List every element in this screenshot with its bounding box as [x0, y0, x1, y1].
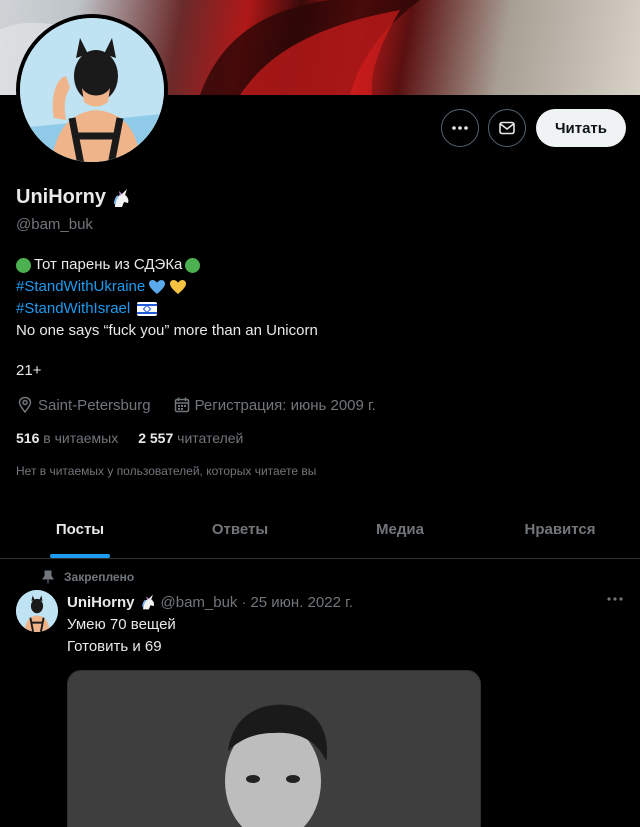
- post-separator: ·: [241, 593, 247, 611]
- bio-line-2: #StandWithUkraine: [16, 276, 318, 298]
- green-circle-icon: [185, 257, 201, 273]
- yellow-heart-icon: [170, 280, 187, 294]
- tab-label: Нравится: [524, 520, 596, 538]
- tab-label: Медиа: [376, 520, 424, 538]
- post-author-name[interactable]: UniHorny: [67, 594, 135, 611]
- tab-label: Посты: [55, 520, 105, 538]
- tab-posts[interactable]: Посты: [0, 500, 160, 558]
- israel-flag-icon: [137, 302, 158, 316]
- photo-image: [68, 671, 480, 827]
- following-label: в читаемых: [43, 430, 119, 446]
- post-media-image[interactable]: [67, 670, 481, 827]
- location-icon: [18, 396, 32, 414]
- bio-text-4: No one says “fuck you” more than an Unic…: [16, 322, 318, 339]
- unicorn-icon: [141, 594, 154, 610]
- profile-name-text: UniHorny: [16, 186, 106, 208]
- bio-text-1: Тот парень из СДЭКа: [34, 256, 183, 273]
- more-icon: [607, 597, 623, 601]
- bio-line-4: No one says “fuck you” more than an Unic…: [16, 320, 318, 342]
- mutual-followers-note: Нет в читаемых у пользователей, которых …: [16, 464, 317, 478]
- follow-button[interactable]: Читать: [536, 109, 626, 147]
- profile-joined: Регистрация: июнь 2009 г.: [194, 396, 376, 414]
- hashtag-link-ukraine[interactable]: #StandWithUkraine: [16, 276, 145, 298]
- profile-name: UniHorny: [16, 186, 132, 209]
- pin-icon: [42, 570, 54, 584]
- avatar-image: [20, 18, 164, 162]
- tab-replies[interactable]: Ответы: [160, 500, 320, 558]
- profile-tabs: Посты Ответы Медиа Нравится: [0, 500, 640, 559]
- profile-counts: 516 в читаемых 2 557 читателей: [16, 430, 243, 446]
- blue-heart-icon: [149, 280, 166, 294]
- tab-label: Ответы: [211, 520, 269, 538]
- avatar-image: [16, 590, 58, 632]
- hashtag-link-israel[interactable]: #StandWithIsrael: [16, 298, 130, 320]
- pinned-indicator: Закреплено: [42, 570, 135, 584]
- followers-count: 2 557: [138, 430, 174, 446]
- message-button[interactable]: [488, 109, 526, 147]
- post-more-button[interactable]: [606, 590, 624, 613]
- post-date[interactable]: 25 июн. 2022 г.: [250, 594, 352, 611]
- calendar-icon: [174, 397, 189, 413]
- profile-bio: Тот парень из СДЭКа #StandWithUkraine #S…: [16, 254, 318, 342]
- profile-meta: Saint-Petersburg Регистрация: июнь 2009 …: [16, 396, 376, 414]
- following-link[interactable]: 516 в читаемых: [16, 430, 118, 446]
- mail-icon: [499, 121, 515, 135]
- green-circle-icon: [16, 257, 31, 273]
- post-header: UniHorny @bam_buk · 25 июн. 2022 г.: [67, 593, 353, 611]
- profile-location: Saint-Petersburg: [38, 396, 151, 414]
- bio-line-3: #StandWithIsrael: [16, 298, 318, 320]
- followers-link[interactable]: 2 557 читателей: [138, 430, 243, 446]
- bio-age: 21+: [16, 362, 42, 379]
- more-icon: [452, 126, 468, 130]
- unicorn-icon: [114, 188, 129, 207]
- following-count: 516: [16, 430, 40, 446]
- profile-handle: @bam_buk: [16, 216, 93, 233]
- post-line-1: Умею 70 вещей: [67, 616, 176, 633]
- tab-likes[interactable]: Нравится: [480, 500, 640, 558]
- profile-avatar[interactable]: [16, 14, 168, 166]
- post-line-2: Готовить и 69: [67, 638, 162, 655]
- followers-label: читателей: [177, 430, 244, 446]
- tab-media[interactable]: Медиа: [320, 500, 480, 558]
- post-author-avatar[interactable]: [16, 590, 58, 632]
- bio-line-1: Тот парень из СДЭКа: [16, 254, 318, 276]
- post-author-handle[interactable]: @bam_buk: [161, 594, 238, 611]
- more-options-button[interactable]: [441, 109, 479, 147]
- post-text: Умею 70 вещей Готовить и 69: [67, 614, 176, 658]
- pinned-label: Закреплено: [64, 570, 135, 584]
- active-tab-indicator: [50, 554, 110, 558]
